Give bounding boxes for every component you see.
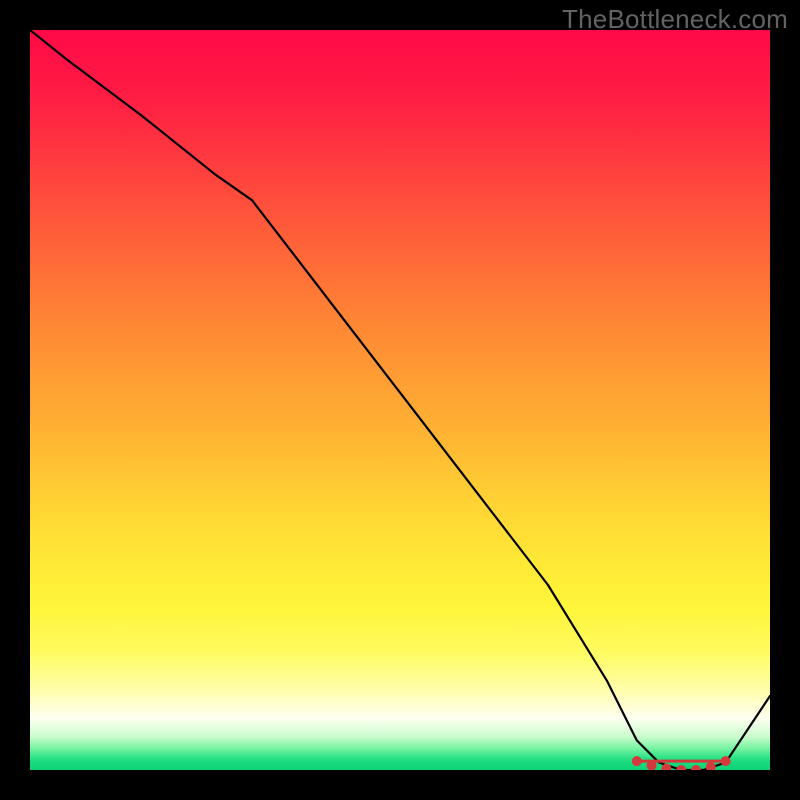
plot-area — [30, 30, 770, 770]
bottleneck-curve — [30, 30, 770, 770]
chart-overlay — [30, 30, 770, 770]
chart-frame: TheBottleneck.com — [0, 0, 800, 800]
selected-range-markers — [632, 757, 730, 770]
watermark-text: TheBottleneck.com — [562, 4, 788, 35]
